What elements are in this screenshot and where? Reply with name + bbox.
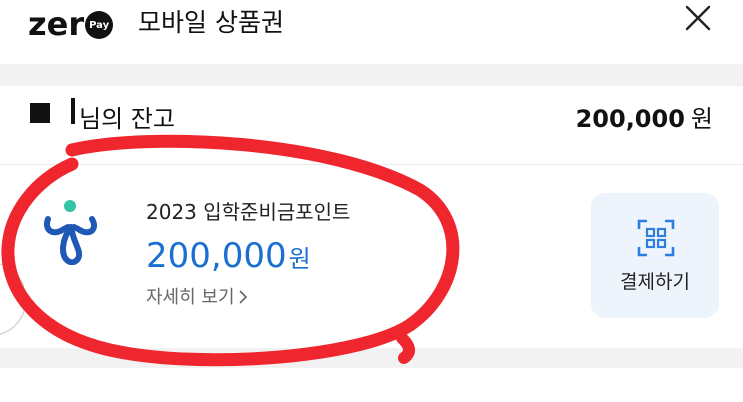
voucher-logo-icon [44, 200, 98, 265]
balance-amount-unit: 원 [690, 105, 713, 133]
pay-button-label: 결제하기 [620, 271, 690, 293]
balance-amount: 200,000 원 [576, 104, 713, 134]
voucher-name: 2023 입학준비금포인트 [146, 200, 351, 224]
logo-pay-badge: Pay [85, 11, 114, 39]
previous-card-edge [0, 263, 24, 335]
voucher-card: 님의 잔고 200,000 원 2023 입학준비금포인트 200,000원 자세… [0, 86, 743, 348]
view-details-label: 자세히 보기 [146, 287, 235, 308]
voucher-amount-unit: 원 [288, 245, 311, 273]
owner-balance-label: 님의 잔고 [79, 105, 175, 133]
balance-row: 님의 잔고 200,000 원 [0, 86, 743, 165]
redacted-name-bar [71, 98, 75, 124]
close-icon[interactable] [684, 4, 712, 32]
qr-scan-icon [637, 219, 675, 257]
section-divider [0, 64, 743, 86]
app-header: zer Pay 모바일 상품권 [0, 0, 743, 64]
redacted-name-block [30, 103, 50, 123]
balance-amount-value: 200,000 [575, 105, 685, 133]
voucher-amount: 200,000원 [146, 233, 311, 282]
logo-word: zer [28, 5, 85, 43]
page-title: 모바일 상품권 [138, 8, 284, 37]
view-details-link[interactable]: 자세히 보기 [146, 286, 248, 310]
voucher-amount-value: 200,000 [146, 236, 287, 276]
chevron-right-icon [238, 290, 247, 304]
zero-pay-logo: zer Pay [28, 5, 114, 43]
pay-button[interactable]: 결제하기 [591, 193, 719, 318]
section-divider-bottom [0, 348, 743, 368]
